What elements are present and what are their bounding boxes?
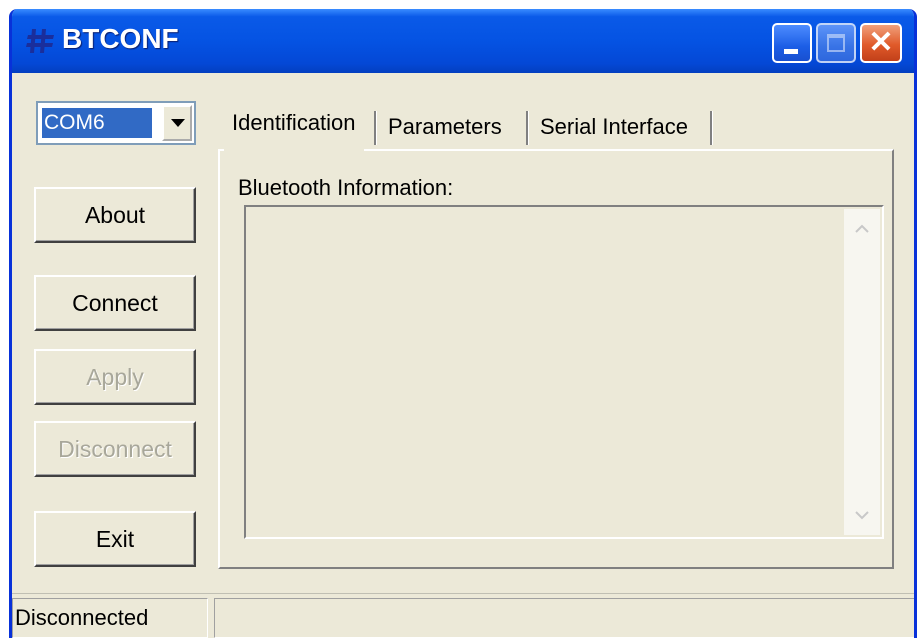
exit-button[interactable]: Exit	[34, 511, 196, 567]
title-bar[interactable]: BTCONF ✕	[12, 9, 914, 73]
tab-divider	[374, 111, 376, 145]
bluetooth-info-label: Bluetooth Information:	[238, 175, 454, 200]
dropdown-button[interactable]	[162, 105, 192, 141]
status-bar: Disconnected	[12, 593, 914, 638]
disconnect-button[interactable]: Disconnect	[34, 421, 196, 477]
status-message	[214, 598, 914, 638]
close-icon: ✕	[868, 26, 894, 59]
minimize-icon	[784, 49, 798, 54]
tab-identification[interactable]: Identification	[224, 103, 364, 151]
app-window: BTCONF ✕ COM6 About Connect Apply Discon…	[9, 9, 917, 638]
app-logo-icon	[26, 29, 54, 53]
connect-button[interactable]: Connect	[34, 275, 196, 331]
tab-parameters[interactable]: Parameters	[380, 107, 510, 149]
com-port-value: COM6	[41, 107, 153, 139]
scroll-up-icon[interactable]	[848, 215, 876, 243]
bluetooth-info-textarea[interactable]	[244, 205, 884, 539]
chevron-down-icon	[171, 119, 185, 127]
com-port-select[interactable]: COM6	[36, 101, 196, 145]
vertical-scrollbar[interactable]	[844, 209, 880, 535]
tab-serial-interface[interactable]: Serial Interface	[532, 107, 696, 149]
maximize-icon	[827, 34, 845, 52]
tab-divider	[710, 111, 712, 145]
maximize-button[interactable]	[816, 23, 856, 63]
close-button[interactable]: ✕	[860, 23, 902, 63]
tab-divider	[526, 111, 528, 145]
window-title: BTCONF	[62, 23, 179, 54]
about-button[interactable]: About	[34, 187, 196, 243]
minimize-button[interactable]	[772, 23, 812, 63]
connection-status: Disconnected	[12, 598, 208, 638]
apply-button[interactable]: Apply	[34, 349, 196, 405]
scroll-down-icon[interactable]	[848, 501, 876, 529]
